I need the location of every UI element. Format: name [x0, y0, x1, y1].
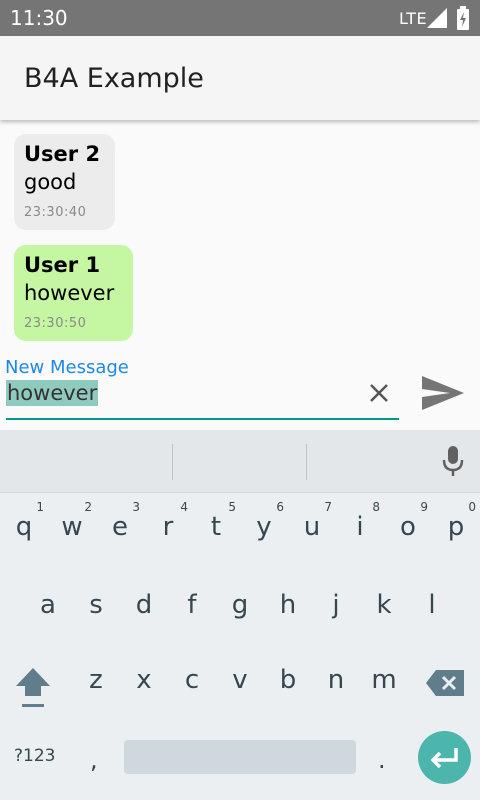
- key-hint: 9: [420, 500, 428, 514]
- key-l[interactable]: l: [408, 590, 456, 620]
- key-o[interactable]: 9o: [384, 500, 432, 542]
- key-j[interactable]: j: [312, 590, 360, 620]
- key-p[interactable]: 0p: [432, 500, 480, 542]
- status-time: 11:30: [10, 6, 68, 30]
- key-label: e: [112, 512, 128, 542]
- app-bar: B4A Example: [0, 36, 480, 120]
- key-hint: 7: [324, 500, 332, 514]
- clear-icon[interactable]: [364, 378, 394, 408]
- key-hint: 4: [180, 500, 188, 514]
- key-hint: 6: [276, 500, 284, 514]
- key-e[interactable]: 3e: [96, 500, 144, 542]
- soft-keyboard: 1q2w3e4r5t6y7u8i9o0p asdfghjkl zxcvbnm ?…: [0, 430, 480, 800]
- key-g[interactable]: g: [216, 590, 264, 620]
- send-icon[interactable]: [420, 374, 466, 412]
- suggestion-divider: [306, 444, 307, 480]
- message-text: good: [24, 170, 77, 194]
- message-input[interactable]: however: [6, 380, 99, 406]
- battery-icon: [457, 6, 469, 30]
- key-c[interactable]: c: [168, 665, 216, 695]
- key-label: r: [162, 512, 174, 542]
- key-m[interactable]: m: [360, 665, 408, 695]
- message-sender: User 1: [24, 253, 101, 277]
- message-text: however: [24, 281, 115, 305]
- enter-key[interactable]: [418, 731, 471, 784]
- key-hint: 5: [228, 500, 236, 514]
- key-label: y: [256, 512, 272, 542]
- key-y[interactable]: 6y: [240, 500, 288, 542]
- input-underline: [6, 418, 399, 420]
- key-a[interactable]: a: [24, 590, 72, 620]
- key-hint: 3: [132, 500, 140, 514]
- message-bubble[interactable]: User 1 however 23:30:50: [14, 245, 133, 341]
- key-d[interactable]: d: [120, 590, 168, 620]
- mic-icon[interactable]: [440, 444, 466, 478]
- key-r[interactable]: 4r: [144, 500, 192, 542]
- key-z[interactable]: z: [72, 665, 120, 695]
- key-label: w: [61, 512, 83, 542]
- network-type: LTE: [399, 9, 428, 28]
- enter-icon: [430, 748, 458, 769]
- message-time: 23:30:50: [24, 316, 87, 331]
- message-sender: User 2: [24, 142, 101, 166]
- key-hint: 8: [372, 500, 380, 514]
- suggestion-bar: [0, 430, 480, 493]
- message-time: 23:30:40: [24, 205, 87, 220]
- key-h[interactable]: h: [264, 590, 312, 620]
- period-key[interactable]: .: [378, 746, 386, 774]
- key-s[interactable]: s: [72, 590, 120, 620]
- key-hint: 0: [468, 500, 476, 514]
- message-input-label: New Message: [5, 357, 129, 378]
- key-u[interactable]: 7u: [288, 500, 336, 542]
- key-label: p: [447, 512, 465, 542]
- shift-icon[interactable]: [14, 666, 52, 710]
- key-q[interactable]: 1q: [0, 500, 48, 542]
- key-i[interactable]: 8i: [336, 500, 384, 542]
- key-t[interactable]: 5t: [192, 500, 240, 542]
- key-label: q: [15, 512, 33, 542]
- key-hint: 1: [36, 500, 44, 514]
- app-title: B4A Example: [24, 63, 204, 94]
- backspace-icon[interactable]: [426, 670, 464, 696]
- key-v[interactable]: v: [216, 665, 264, 695]
- key-w[interactable]: 2w: [48, 500, 96, 542]
- status-bar: 11:30 LTE: [0, 0, 480, 36]
- key-n[interactable]: n: [312, 665, 360, 695]
- message-bubble[interactable]: User 2 good 23:30:40: [14, 134, 115, 230]
- space-key[interactable]: [124, 740, 356, 774]
- key-label: t: [210, 512, 222, 542]
- key-label: i: [356, 512, 364, 542]
- key-hint: 2: [84, 500, 92, 514]
- suggestion-divider: [172, 444, 173, 480]
- key-f[interactable]: f: [168, 590, 216, 620]
- key-label: o: [400, 512, 416, 542]
- key-label: u: [303, 512, 321, 542]
- symbols-key[interactable]: ?123: [14, 746, 55, 766]
- key-k[interactable]: k: [360, 590, 408, 620]
- key-x[interactable]: x: [120, 665, 168, 695]
- key-b[interactable]: b: [264, 665, 312, 695]
- comma-key[interactable]: ,: [90, 746, 98, 774]
- signal-icon: [427, 8, 447, 28]
